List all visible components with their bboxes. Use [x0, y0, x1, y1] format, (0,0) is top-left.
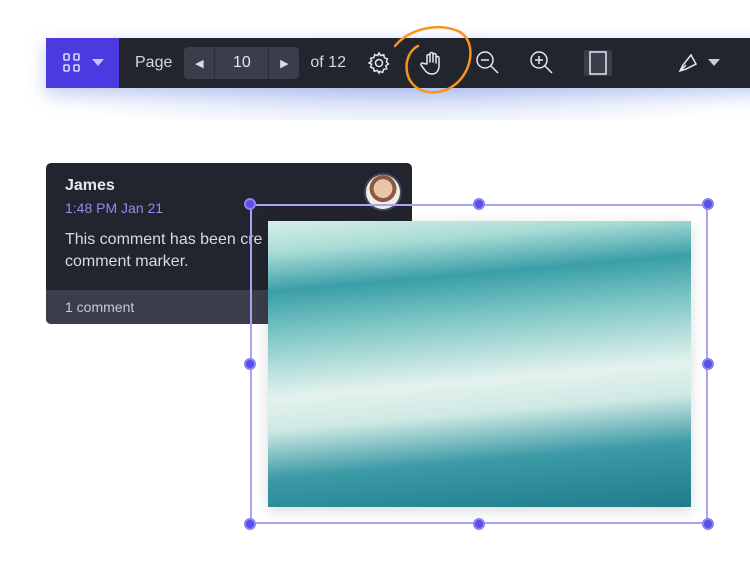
resize-handle-top[interactable]	[473, 198, 485, 210]
prev-page-icon[interactable]: ◀	[184, 47, 214, 79]
hand-tool-highlight-circle	[393, 25, 472, 94]
resize-handle-top-left[interactable]	[244, 198, 256, 210]
page-stepper: ◀ 10 ▶	[184, 47, 300, 79]
resize-handle-bottom-right[interactable]	[702, 518, 714, 530]
zoom-in-icon[interactable]	[528, 38, 556, 88]
page-input[interactable]: 10	[214, 47, 270, 79]
page-label: Page	[135, 54, 173, 71]
comment-body-line: comment marker.	[65, 253, 189, 270]
pen-tool-icon	[678, 53, 698, 73]
grid-icon	[62, 53, 80, 72]
page-layout-icon[interactable]	[584, 38, 612, 88]
selection-box[interactable]	[250, 204, 708, 524]
comment-body-line: This comment has been cre	[65, 231, 263, 248]
resize-handle-left[interactable]	[244, 358, 256, 370]
page-total: of 12	[310, 54, 346, 71]
view-mode-button[interactable]	[46, 38, 119, 88]
next-page-icon[interactable]: ▶	[269, 47, 299, 79]
resize-handle-bottom-left[interactable]	[244, 518, 256, 530]
chevron-down-icon	[708, 59, 720, 66]
resize-handle-top-right[interactable]	[702, 198, 714, 210]
resize-handle-bottom[interactable]	[473, 518, 485, 530]
chevron-down-icon	[91, 59, 104, 66]
pen-tool-button[interactable]	[674, 38, 722, 88]
comment-timestamp: 1:48 PM Jan 21	[65, 200, 164, 216]
resize-handle-right[interactable]	[702, 358, 714, 370]
comment-author: James	[65, 177, 115, 194]
comment-body: This comment has been cre comment marker…	[65, 229, 262, 273]
